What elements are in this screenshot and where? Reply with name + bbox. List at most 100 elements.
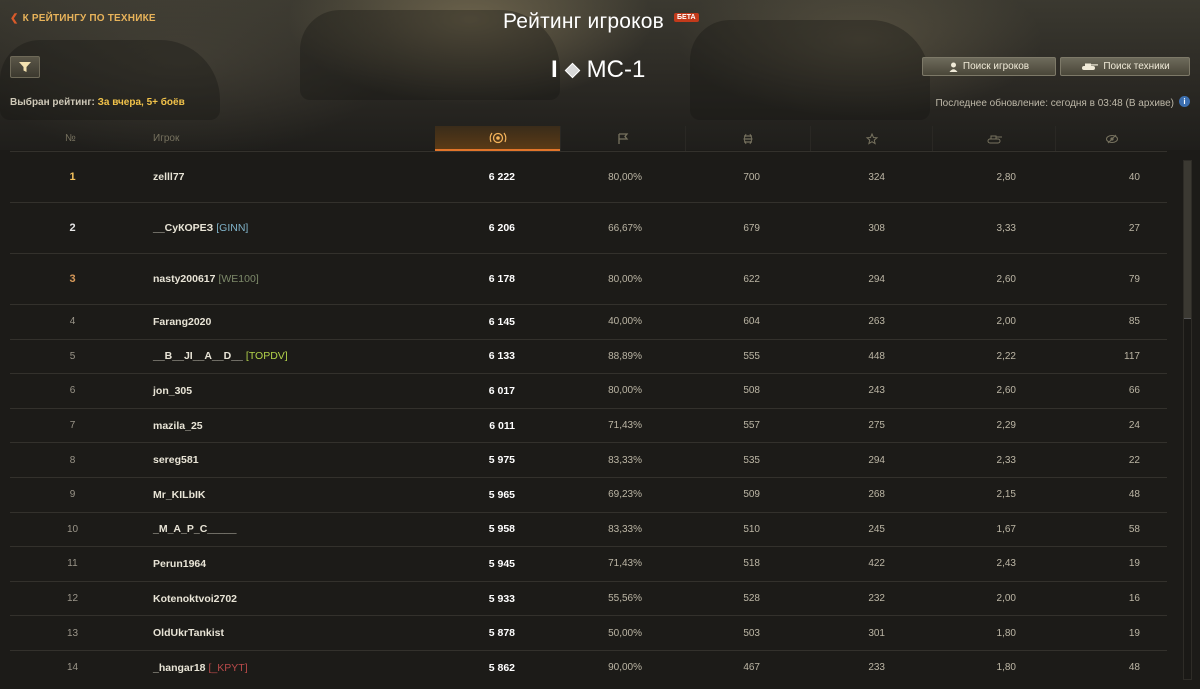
- column-spotted[interactable]: [1055, 126, 1167, 151]
- player-name-cell[interactable]: __B__JI__A__D__ [TOPDV]: [153, 340, 288, 374]
- table-row[interactable]: 6 jon_305 6 017 80,00% 508 243 2,60 66: [10, 373, 1167, 408]
- table-row[interactable]: 8 sereg581 5 975 83,33% 535 294 2,33 22: [10, 442, 1167, 477]
- rank-cell: 9: [69, 489, 76, 501]
- clan-tag[interactable]: [_KPYT]: [209, 662, 248, 674]
- bronze-medal-icon: 3: [69, 273, 76, 285]
- table-row[interactable]: 10 _M_A_P_C_____ 5 958 83,33% 510 245 1,…: [10, 511, 1167, 547]
- funnel-icon: [19, 62, 31, 72]
- experience-cell: 243: [868, 385, 885, 397]
- chevron-left-icon: ❮: [10, 13, 19, 24]
- wins-cell: 66,67%: [608, 222, 642, 234]
- filter-button[interactable]: [10, 56, 40, 78]
- player-name-cell[interactable]: mazila_25: [153, 409, 203, 443]
- player-name-cell[interactable]: Mr_KILbIK: [153, 478, 206, 512]
- player-name: Mr_KILbIK: [153, 488, 206, 501]
- damage-cell: 518: [743, 558, 760, 570]
- column-kills[interactable]: [932, 126, 1055, 151]
- column-damage[interactable]: [685, 126, 810, 151]
- table-row[interactable]: 7 mazila_25 6 011 71,43% 557 275 2,29 24: [10, 407, 1167, 443]
- rating-selected-value[interactable]: За вчера, 5+ боёв: [98, 97, 185, 108]
- player-name-cell[interactable]: OldUkrTankist: [153, 616, 224, 650]
- rating-laurel-icon: [489, 132, 506, 143]
- table-row[interactable]: 14 _hangar18 [_KPYT] 5 862 90,00% 467 233…: [10, 649, 1167, 685]
- search-vehicles-button[interactable]: Поиск техники: [1060, 57, 1190, 76]
- star-icon: [865, 132, 878, 145]
- clan-tag[interactable]: [TOPDV]: [246, 350, 288, 362]
- rank-cell: 1: [50, 152, 95, 202]
- table-row[interactable]: 13 OldUkrTankist 5 878 50,00% 503 301 1,…: [10, 615, 1167, 650]
- experience-cell: 294: [868, 273, 885, 285]
- player-name-cell[interactable]: _hangar18 [_KPYT]: [153, 651, 248, 685]
- column-rating[interactable]: [435, 126, 560, 151]
- player-name-cell[interactable]: __СуКОРЕЗ [GINN]: [153, 203, 248, 253]
- search-vehicles-label: Поиск техники: [1103, 61, 1170, 72]
- player-name: OldUkrTankist: [153, 627, 224, 640]
- player-name: _M_A_P_C_____: [153, 523, 237, 536]
- clan-tag[interactable]: [GINN]: [216, 222, 248, 234]
- damage-cell: 467: [743, 662, 760, 674]
- rating-cell: 5 933: [488, 592, 515, 605]
- back-to-vehicle-rating-link[interactable]: ❮ К РЕЙТИНГУ ПО ТЕХНИКЕ: [10, 13, 156, 24]
- player-name-cell[interactable]: zelll77: [153, 152, 185, 202]
- table-row[interactable]: 12 Kotenoktvoi2702 5 933 55,56% 528 232 …: [10, 580, 1167, 616]
- rank-cell: 4: [69, 316, 76, 328]
- experience-cell: 232: [868, 593, 885, 605]
- player-name: Farang2020: [153, 315, 212, 328]
- spotted-cell: 16: [1128, 593, 1140, 605]
- player-name-cell[interactable]: nasty200617 [WE100]: [153, 254, 259, 304]
- rank-cell: 11: [67, 558, 78, 570]
- rating-cell: 5 862: [488, 661, 515, 674]
- damage-cell: 509: [743, 489, 760, 501]
- table-row[interactable]: 11 Perun1964 5 945 71,43% 518 422 2,43 1…: [10, 546, 1167, 581]
- player-name: Perun1964: [153, 557, 207, 570]
- player-name-cell[interactable]: jon_305: [153, 374, 192, 408]
- kills-cell: 2,33: [996, 454, 1016, 466]
- table-header: № Игрок: [10, 126, 1167, 151]
- player-name-cell[interactable]: Farang2020: [153, 305, 211, 339]
- scrollbar-thumb[interactable]: [1184, 161, 1191, 319]
- damage-cell: 700: [743, 171, 760, 183]
- experience-cell: 324: [868, 171, 885, 183]
- search-players-button[interactable]: Поиск игроков: [922, 57, 1056, 76]
- table-scrollbar[interactable]: [1183, 160, 1192, 680]
- rank-cell: 6: [69, 385, 76, 397]
- spotted-cell: 40: [1128, 171, 1140, 183]
- search-players-label: Поиск игроков: [962, 61, 1030, 72]
- damage-cell: 679: [743, 222, 760, 234]
- table-row[interactable]: 2 __СуКОРЕЗ [GINN] 6 206 66,67% 679 308 3…: [10, 202, 1167, 253]
- damage-cell: 555: [743, 350, 760, 362]
- rating-table: 1 zelll77 6 222 80,00% 700 324 2,80 40 2…: [10, 151, 1167, 685]
- player-name-cell[interactable]: _M_A_P_C_____: [153, 513, 236, 547]
- wins-cell: 71,43%: [608, 558, 642, 570]
- spotted-cell: 19: [1128, 558, 1140, 570]
- player-name-cell[interactable]: Perun1964: [153, 547, 206, 581]
- kills-cell: 1,67: [996, 523, 1016, 535]
- spotted-cell: 22: [1128, 454, 1140, 466]
- spotted-cell: 117: [1124, 350, 1140, 362]
- table-row[interactable]: 9 Mr_KILbIK 5 965 69,23% 509 268 2,15 48: [10, 476, 1167, 512]
- wins-cell: 88,89%: [608, 350, 642, 362]
- rank-cell: 10: [66, 523, 79, 535]
- player-name-cell[interactable]: Kotenoktvoi2702: [153, 582, 237, 616]
- rating-selected-label: Выбран рейтинг:: [10, 97, 95, 108]
- column-wins[interactable]: [560, 126, 685, 151]
- table-row[interactable]: 5 __B__JI__A__D__ [TOPDV] 6 133 88,89% 55…: [10, 338, 1167, 374]
- column-experience[interactable]: [810, 126, 932, 151]
- damage-cell: 503: [743, 627, 760, 639]
- table-row[interactable]: 4 Farang2020 6 145 40,00% 604 263 2,00 8…: [10, 304, 1167, 339]
- column-player: Игрок: [153, 133, 180, 144]
- kills-cell: 2,22: [996, 350, 1016, 362]
- player-name-cell[interactable]: sereg581: [153, 443, 199, 477]
- rating-cell: 6 133: [488, 350, 515, 363]
- rank-cell: 5: [69, 350, 76, 362]
- rating-cell: 5 945: [488, 557, 515, 570]
- damage-cell: 604: [743, 316, 760, 328]
- player-name: mazila_25: [153, 419, 203, 432]
- clan-tag[interactable]: [WE100]: [218, 273, 258, 285]
- table-row[interactable]: 3 nasty200617 [WE100] 6 178 80,00% 622 29…: [10, 253, 1167, 304]
- gold-medal-icon: 1: [69, 171, 76, 183]
- info-icon[interactable]: i: [1179, 96, 1190, 107]
- table-row[interactable]: 1 zelll77 6 222 80,00% 700 324 2,80 40: [10, 151, 1167, 202]
- spotted-cell: 27: [1128, 222, 1140, 234]
- rating-cell: 6 206: [488, 222, 515, 234]
